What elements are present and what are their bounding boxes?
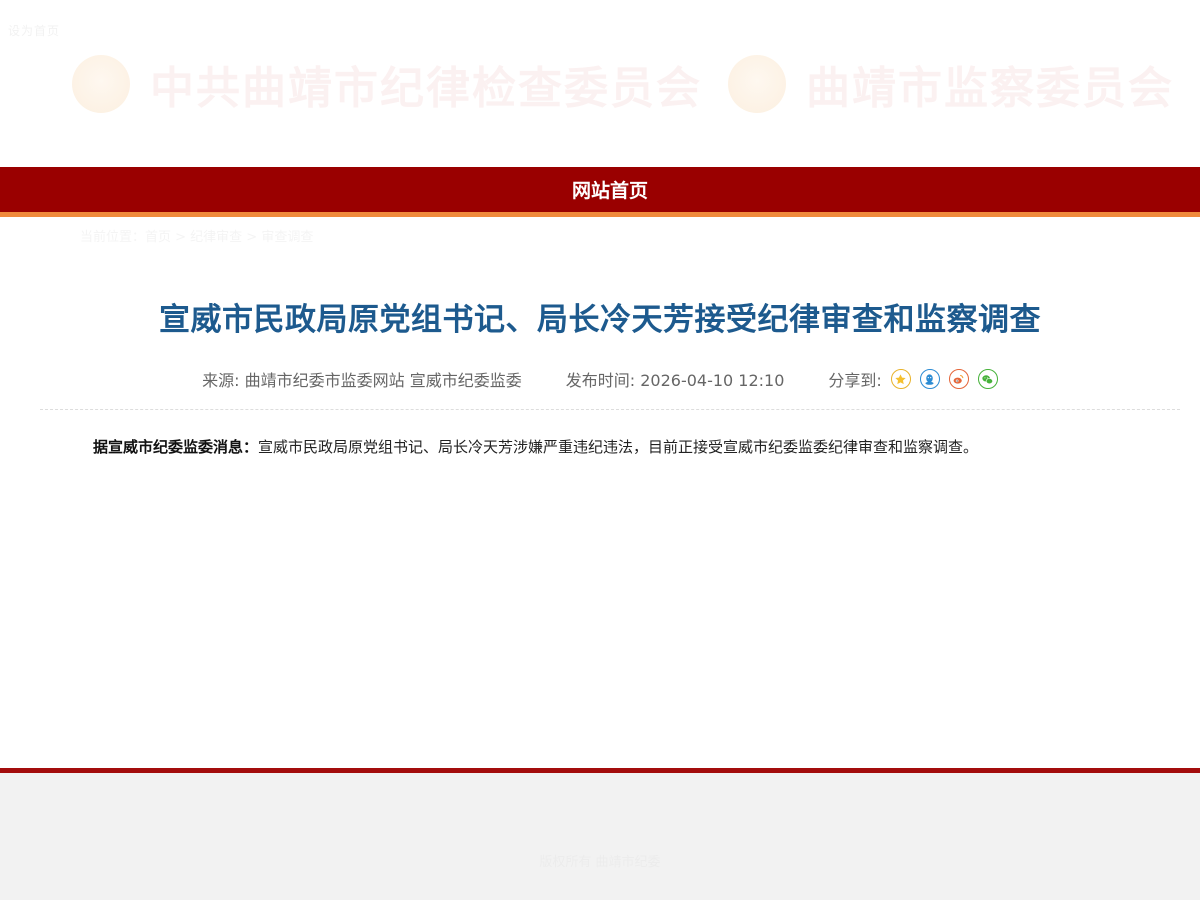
breadcrumb[interactable]: 当前位置：首页 > 纪律审查 > 审查调查 bbox=[80, 226, 313, 245]
meta-divider bbox=[40, 409, 1180, 410]
footer-copyright: 版权所有 曲靖市纪委 bbox=[539, 855, 661, 870]
logo-right-text: 曲靖市监察委员会 bbox=[806, 63, 1174, 114]
article-meta: 来源: 曲靖市纪委市监委网站 宣威市纪委监委 发布时间: 2026-04-10 … bbox=[0, 367, 1200, 391]
share-bar: 分享到: bbox=[828, 367, 998, 391]
site-header: 设为首页 中共曲靖市纪律检查委员会 曲靖市监察委员会 bbox=[0, 0, 1200, 167]
nav-underline bbox=[0, 212, 1200, 217]
article-lead: 据宣威市纪委监委消息： bbox=[93, 438, 259, 456]
article-title: 宣威市民政局原党组书记、局长冷天芳接受纪律审查和监察调查 bbox=[159, 302, 1041, 338]
publish-time: 发布时间: 2026-04-10 12:10 bbox=[565, 371, 785, 390]
main-nav: 网站首页 bbox=[0, 167, 1200, 212]
top-links[interactable]: 设为首页 bbox=[8, 22, 60, 39]
favorite-star-icon[interactable] bbox=[890, 369, 911, 389]
article-paragraph: 宣威市民政局原党组书记、局长冷天芳涉嫌严重违纪违法，目前正接受宣威市纪委监委纪律… bbox=[258, 438, 979, 456]
national-emblem-icon bbox=[728, 55, 786, 113]
logo-supervision-commission[interactable]: 曲靖市监察委员会 bbox=[728, 52, 1174, 116]
logo-left-text: 中共曲靖市纪律检查委员会 bbox=[150, 63, 702, 114]
wechat-icon[interactable] bbox=[977, 369, 998, 389]
article-body: 据宣威市纪委监委消息：宣威市民政局原党组书记、局长冷天芳涉嫌严重违纪违法，目前正… bbox=[93, 436, 1113, 457]
party-emblem-icon bbox=[72, 55, 130, 113]
article-source: 来源: 曲靖市纪委市监委网站 宣威市纪委监委 bbox=[202, 371, 522, 390]
share-label: 分享到: bbox=[828, 371, 882, 390]
qq-icon[interactable] bbox=[919, 369, 940, 389]
weibo-icon[interactable] bbox=[948, 369, 969, 389]
logo-discipline-commission[interactable]: 中共曲靖市纪律检查委员会 bbox=[72, 52, 702, 116]
nav-home-link[interactable]: 网站首页 bbox=[572, 176, 648, 203]
site-footer: 版权所有 曲靖市纪委 bbox=[0, 773, 1200, 900]
